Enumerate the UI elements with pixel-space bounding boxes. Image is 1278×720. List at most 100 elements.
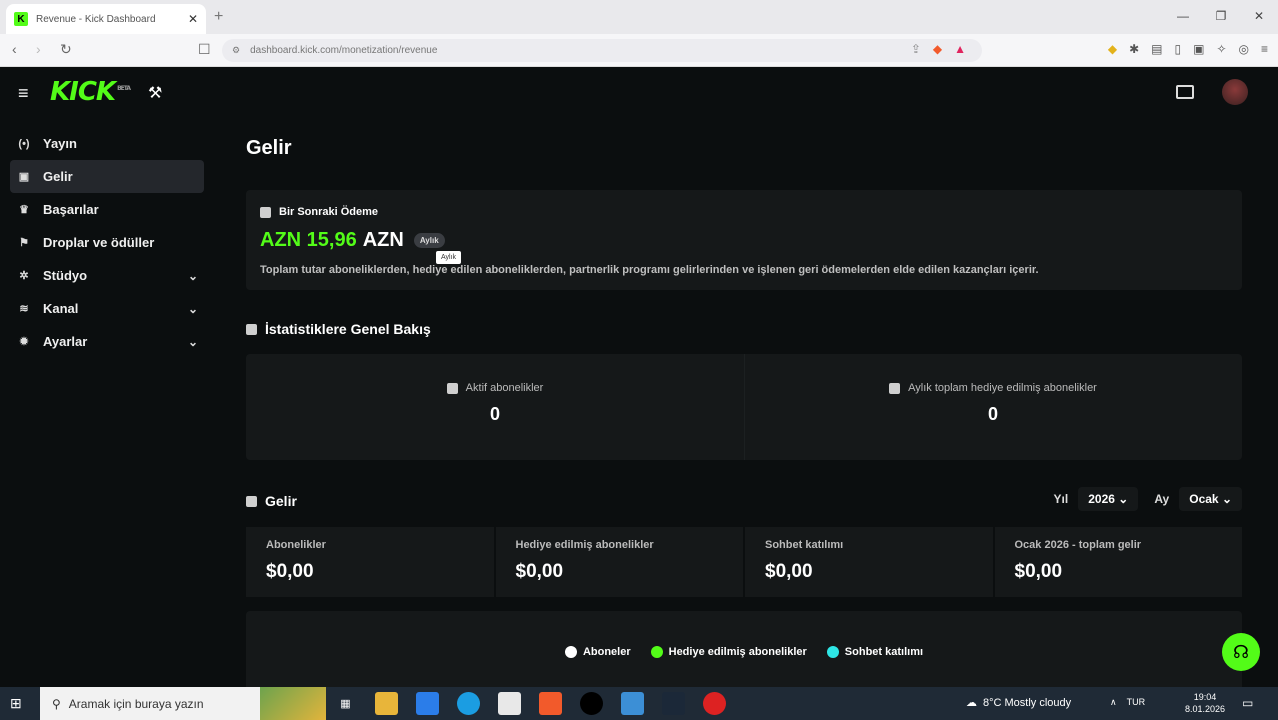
sidebar-item-1[interactable]: ▣ Gelir — [10, 160, 204, 193]
vpn-icon[interactable]: ◎ — [1239, 42, 1249, 56]
avatar[interactable] — [1222, 79, 1248, 105]
chevron-down-icon: ⌄ — [1118, 492, 1129, 506]
window-controls: — ❐ ✕ — [1164, 0, 1278, 34]
search-highlight-image — [260, 687, 326, 720]
period-badge[interactable]: Aylık — [413, 233, 445, 248]
browser-tab-bar: K Revenue - Kick Dashboard ✕ + — ❐ ✕ — [0, 0, 1278, 34]
language-indicator[interactable]: TUR — [1127, 697, 1146, 708]
system-tray: ∧ TUR — [1110, 697, 1145, 708]
menu-icon[interactable]: ≡ — [1261, 42, 1268, 56]
bookmark-icon[interactable]: ☐ — [198, 41, 211, 58]
channel-icon: ≋ — [19, 303, 29, 315]
sidebar-item-label: Stüdyo — [43, 268, 88, 283]
revenue-card-subscriptions: Abonelikler $0,00 — [246, 527, 494, 597]
revenue-section-heading: Gelir — [246, 493, 297, 509]
notepad-icon[interactable] — [498, 692, 521, 715]
kick-logo[interactable]: KICK BETA — [50, 77, 131, 107]
revenue-icon: ▣ — [18, 171, 30, 183]
tab-close-icon[interactable]: ✕ — [188, 12, 198, 26]
search-icon: ⚲ — [52, 696, 61, 711]
new-tab-icon[interactable]: + — [214, 8, 223, 26]
close-window-icon[interactable]: ✕ — [1240, 0, 1278, 34]
hamburger-menu-icon[interactable]: ≡ — [18, 83, 29, 104]
support-chat-button[interactable]: ☊ — [1222, 633, 1260, 671]
sidebar-item-2[interactable]: ♛ Başarılar — [10, 193, 204, 226]
maximize-icon[interactable]: ❐ — [1202, 0, 1240, 34]
tooltip: Aylık — [436, 251, 462, 264]
back-icon[interactable]: ‹ — [12, 41, 17, 57]
leo-icon[interactable]: ✧ — [1216, 42, 1226, 56]
url-bar[interactable]: ⚙ dashboard.kick.com/monetization/revenu… — [222, 39, 982, 62]
file-explorer-icon[interactable] — [375, 692, 398, 715]
legend-item[interactable]: Aboneler — [564, 646, 631, 658]
sidebar-item-3[interactable]: ⚑ Droplar ve ödüller — [10, 226, 204, 259]
sidebar-item-label: Yayın — [43, 136, 77, 151]
extension-icon[interactable]: ◆ — [1108, 42, 1117, 56]
sidebar-toggle-icon[interactable]: ▯ — [1174, 42, 1181, 56]
browser-toolbar: ‹ › ↻ ☐ ⚙ dashboard.kick.com/monetizatio… — [0, 34, 1278, 67]
wallet-icon[interactable]: ▣ — [1193, 42, 1204, 56]
sidebar-item-4[interactable]: ✲ Stüdyo ⌄ — [10, 259, 204, 292]
url-text: dashboard.kick.com/monetization/revenue — [250, 45, 438, 56]
share-icon[interactable]: ⇪ — [911, 42, 921, 56]
forward-icon[interactable]: › — [36, 41, 41, 57]
year-select[interactable]: 2026 ⌄ — [1078, 487, 1139, 511]
page-title: Gelir — [246, 137, 292, 159]
notification-icon[interactable]: ▭ — [1242, 696, 1253, 710]
month-label: Ay — [1154, 492, 1170, 506]
brave-rewards-icon[interactable]: ▲ — [954, 42, 966, 56]
date-filters: Yıl 2026 ⌄ Ay Ocak ⌄ — [1038, 487, 1242, 511]
edge-icon[interactable] — [457, 692, 480, 715]
browser-tab[interactable]: K Revenue - Kick Dashboard ✕ — [6, 4, 206, 34]
puzzle-icon[interactable]: ✱ — [1129, 42, 1139, 56]
chart-legend: Aboneler Hediye edilmiş abonelikler Sohb… — [246, 646, 1242, 658]
kick-dashboard: ≡ KICK BETA ⚒ (•) Yayın ▣ Gelir ♛ Başarılar ⚑ Dr… — [0, 67, 1278, 687]
brave-shields-icon[interactable]: ◆ — [933, 42, 942, 56]
windows-taskbar: ⊞ ⚲ Aramak için buraya yazın ▦ ☁ 8°C Mos… — [0, 687, 1278, 720]
sidebar-item-label: Gelir — [43, 169, 73, 184]
site-info-icon[interactable]: ⚙ — [232, 45, 240, 56]
windows-start-icon[interactable]: ⊞ — [10, 695, 22, 712]
hammer-icon[interactable]: ⚒ — [148, 83, 162, 103]
chevron-down-icon[interactable]: ⌄ — [188, 302, 198, 316]
weather-widget[interactable]: ☁ 8°C Mostly cloudy — [966, 696, 1071, 710]
sidebar-item-5[interactable]: ≋ Kanal ⌄ — [10, 292, 204, 325]
recorder-icon[interactable] — [703, 692, 726, 715]
payout-description: Toplam tutar aboneliklerden, hediye edil… — [260, 264, 1039, 276]
mail-icon[interactable] — [416, 692, 439, 715]
sidebar-item-0[interactable]: (•) Yayın — [10, 127, 204, 160]
clock[interactable]: 19:04 8.01.2026 — [1180, 691, 1230, 715]
chevron-up-icon[interactable]: ∧ — [1110, 697, 1117, 708]
taskbar-search[interactable]: ⚲ Aramak için buraya yazın — [40, 687, 326, 720]
legend-item[interactable]: Hediye edilmiş abonelikler — [650, 646, 807, 658]
trophy-icon: ♛ — [19, 204, 29, 216]
gift-icon — [889, 382, 901, 394]
legend-item[interactable]: Sohbet katılımı — [826, 646, 923, 658]
app-icon[interactable] — [621, 692, 644, 715]
sidebar-item-label: Kanal — [43, 301, 79, 316]
broadcast-icon: (•) — [18, 137, 30, 150]
payout-amount: AZN 15,96 — [260, 229, 357, 251]
wallet-icon — [260, 206, 271, 218]
payout-heading: Bir Sonraki Ödeme — [279, 206, 379, 218]
minimize-icon[interactable]: — — [1164, 0, 1202, 34]
month-select[interactable]: Ocak ⌄ — [1179, 487, 1242, 511]
sidebar: (•) Yayın ▣ Gelir ♛ Başarılar ⚑ Droplar ve ödül… — [0, 127, 214, 358]
chevron-down-icon[interactable]: ⌄ — [188, 335, 198, 349]
steam-icon[interactable] — [662, 692, 685, 715]
year-label: Yıl — [1053, 492, 1069, 506]
sidebar-item-label: Droplar ve ödüller — [43, 235, 155, 250]
sidebar-item-6[interactable]: ✹ Ayarlar ⌄ — [10, 325, 204, 358]
creator-switch-icon[interactable] — [1176, 85, 1194, 99]
payout-currency: AZN — [362, 229, 404, 251]
tiktok-icon[interactable] — [580, 692, 603, 715]
reader-icon[interactable]: ▤ — [1151, 42, 1162, 56]
brave-icon[interactable] — [539, 692, 562, 715]
stats-section-heading: İstatistiklere Genel Bakış — [246, 321, 431, 337]
task-view-icon[interactable]: ▦ — [334, 692, 357, 715]
stat-active-subscriptions: Aktif abonelikler 0 — [246, 382, 744, 425]
reload-icon[interactable]: ↻ — [60, 41, 72, 58]
chevron-down-icon[interactable]: ⌄ — [188, 269, 198, 283]
top-navigation: ≡ KICK BETA ⚒ — [0, 67, 1278, 119]
revenue-icon — [246, 495, 257, 507]
